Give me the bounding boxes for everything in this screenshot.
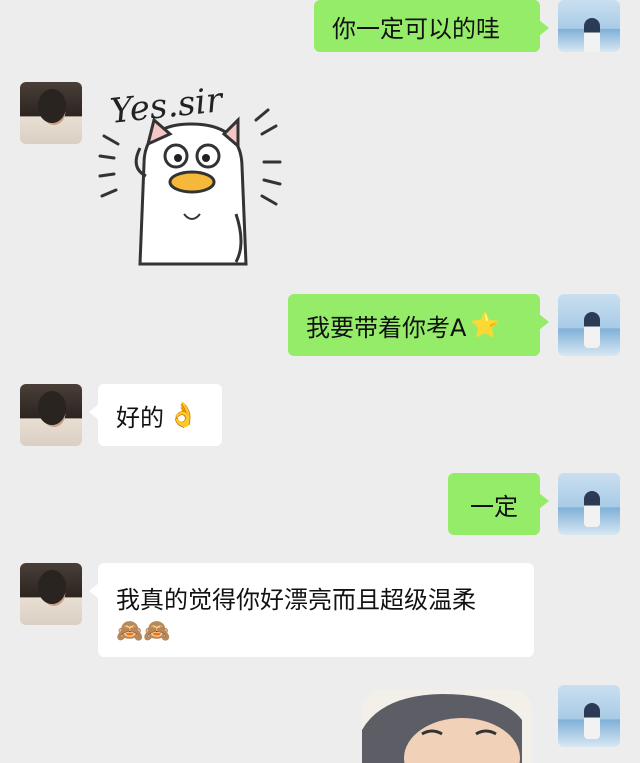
- message-text: 好的: [116, 403, 164, 432]
- contact-avatar[interactable]: [20, 563, 82, 625]
- photo-message[interactable]: [362, 690, 532, 763]
- message-bubble-contact[interactable]: 我真的觉得你好漂亮而且超级温柔 🙈🙈: [89, 563, 534, 657]
- message-bubble-mine[interactable]: 一定: [448, 473, 549, 535]
- my-avatar[interactable]: [558, 294, 620, 356]
- my-avatar[interactable]: [558, 685, 620, 747]
- see-no-evil-emoji-icon: 🙈🙈: [116, 619, 171, 644]
- my-avatar[interactable]: [558, 0, 620, 52]
- contact-avatar[interactable]: [20, 82, 82, 144]
- message-text: 我要带着你考A: [306, 313, 467, 342]
- star-emoji-icon: ⭐: [470, 311, 501, 339]
- contact-avatar[interactable]: [20, 384, 82, 446]
- my-avatar[interactable]: [558, 473, 620, 535]
- message-bubble-contact[interactable]: 好的 👌: [89, 384, 222, 446]
- child-photo-icon: [362, 690, 532, 763]
- sticker-duck-salute[interactable]: Yes.sir: [96, 80, 286, 274]
- ok-hand-emoji-icon: 👌: [168, 401, 198, 429]
- message-bubble-mine[interactable]: 我要带着你考A ⭐: [288, 294, 549, 356]
- message-text: 一定: [470, 492, 518, 521]
- message-text: 你一定可以的哇: [332, 14, 500, 43]
- message-bubble-mine[interactable]: 你一定可以的哇: [314, 0, 549, 52]
- message-text: 我真的觉得你好漂亮而且超级温柔: [116, 586, 476, 614]
